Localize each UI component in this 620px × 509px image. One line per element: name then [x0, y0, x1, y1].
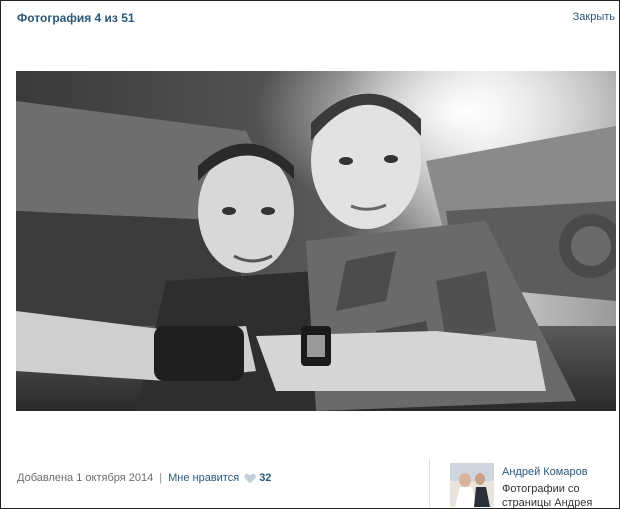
- separator: |: [159, 472, 163, 484]
- close-button[interactable]: Закрыть: [573, 11, 615, 23]
- author-photo-icon: [450, 463, 494, 507]
- author-subtitle: Фотографии со страницы Андрея: [502, 483, 593, 509]
- photo-counter-title: Фотография 4 из 51: [17, 11, 135, 25]
- photo-info: Добавлена 1 октября 2014 | Мне нравится …: [17, 472, 271, 484]
- added-date-text: Добавлена 1 октября 2014: [17, 472, 154, 484]
- viewer-header: Фотография 4 из 51 Закрыть: [1, 1, 619, 31]
- author-thumbnail[interactable]: [450, 463, 494, 507]
- photo-viewer: Фотография 4 из 51 Закрыть Добавлена 1 о…: [0, 0, 620, 509]
- like-button[interactable]: Мне нравится: [168, 472, 239, 484]
- heart-icon[interactable]: [244, 473, 256, 484]
- like-count[interactable]: 32: [259, 472, 271, 484]
- photo-image: [16, 71, 616, 411]
- main-photo[interactable]: [16, 71, 616, 411]
- author-panel: Андрей Комаров Фотографии со страницы Ан…: [429, 459, 619, 509]
- author-name-link[interactable]: Андрей Комаров: [502, 466, 588, 478]
